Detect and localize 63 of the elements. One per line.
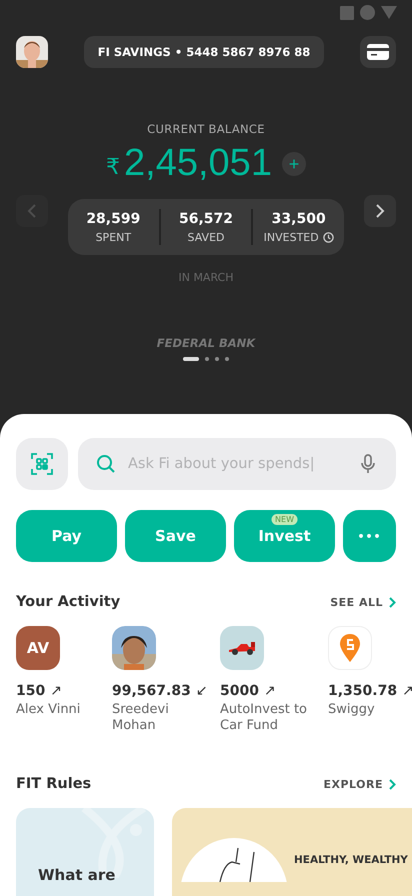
direction-arrow: ↗ xyxy=(50,683,62,699)
new-badge: NEW xyxy=(271,514,298,525)
action-button[interactable]: NEW Invest xyxy=(234,510,335,562)
direction-arrow: ↗ xyxy=(402,683,412,699)
race-car-icon xyxy=(227,640,257,656)
action-button[interactable]: Pay xyxy=(16,510,117,562)
merchant-avatar[interactable] xyxy=(328,626,372,670)
triangle-icon xyxy=(381,6,397,19)
square-icon xyxy=(340,6,354,20)
car-avatar[interactable] xyxy=(220,626,264,670)
activity-amount: 150 xyxy=(16,683,46,699)
activity-name: AutoInvest to Car Fund xyxy=(220,702,308,734)
next-button[interactable] xyxy=(364,195,396,227)
more-button[interactable]: ••• xyxy=(343,510,396,562)
rule-card[interactable]: What are xyxy=(16,808,154,896)
stat-value: 33,500 xyxy=(272,210,326,226)
stat-value: 28,599 xyxy=(86,210,140,226)
section-title: Your Activity xyxy=(16,594,120,610)
pin-logo-icon xyxy=(340,634,360,662)
activity-amount: 5000 xyxy=(220,683,259,699)
chevron-left-icon xyxy=(27,204,37,218)
activity-name: Swiggy xyxy=(328,702,376,718)
see-all-link[interactable]: SEE ALL xyxy=(330,596,396,608)
page-indicator[interactable] xyxy=(205,357,209,361)
explore-link[interactable]: EXPLORE xyxy=(323,778,396,790)
chevron-right-icon xyxy=(375,204,385,218)
qr-code-icon xyxy=(31,453,53,475)
chevron-right-icon xyxy=(389,596,396,608)
balance-label: CURRENT BALANCE xyxy=(147,122,265,136)
search-bar[interactable]: Ask Fi about your spends| xyxy=(78,438,396,490)
search-field[interactable]: Ask Fi about your spends| xyxy=(126,455,350,473)
section-title: FIT Rules xyxy=(16,776,92,792)
chevron-right-icon xyxy=(389,778,396,790)
activity-amount: 99,567.83 xyxy=(112,683,191,699)
circle-icon xyxy=(360,5,375,20)
card-title: HEALTHY, WEALTHY xyxy=(294,854,408,866)
rule-card[interactable]: HEALTHY, WEALTHY xyxy=(172,808,412,896)
activity-amount: 1,350.78 xyxy=(328,683,398,699)
scan-button[interactable] xyxy=(16,438,68,490)
card-button[interactable] xyxy=(360,36,396,68)
initials-avatar[interactable]: AV xyxy=(16,626,60,670)
page-indicator[interactable] xyxy=(225,357,229,361)
activity-name: Sreedevi Mohan xyxy=(112,702,170,734)
stat-label: SPENT xyxy=(96,230,132,244)
page-indicator[interactable] xyxy=(183,357,199,361)
direction-arrow: ↙ xyxy=(196,683,208,699)
currency-symbol: ₹ xyxy=(106,155,120,180)
bank-name: FEDERAL BANK xyxy=(156,336,256,350)
add-money-button[interactable]: + xyxy=(282,152,306,176)
direction-arrow: ↗ xyxy=(264,683,276,699)
balance-amount: 2,45,051 xyxy=(124,142,272,185)
stat-value: 56,572 xyxy=(178,210,234,226)
credit-card-icon xyxy=(367,44,389,60)
period-label: IN MARCH xyxy=(178,271,234,284)
page-indicator[interactable] xyxy=(215,357,219,361)
microphone-icon[interactable] xyxy=(360,454,376,474)
action-button[interactable]: Save xyxy=(125,510,226,562)
stat-label: INVESTED xyxy=(264,230,319,244)
stat-label: SAVED xyxy=(188,230,224,244)
card-title: What are xyxy=(38,866,116,884)
account-number[interactable]: FI SAVINGS • 5448 5867 8976 88 xyxy=(84,36,324,68)
activity-name: Alex Vinni xyxy=(16,702,82,718)
search-icon xyxy=(96,454,116,474)
